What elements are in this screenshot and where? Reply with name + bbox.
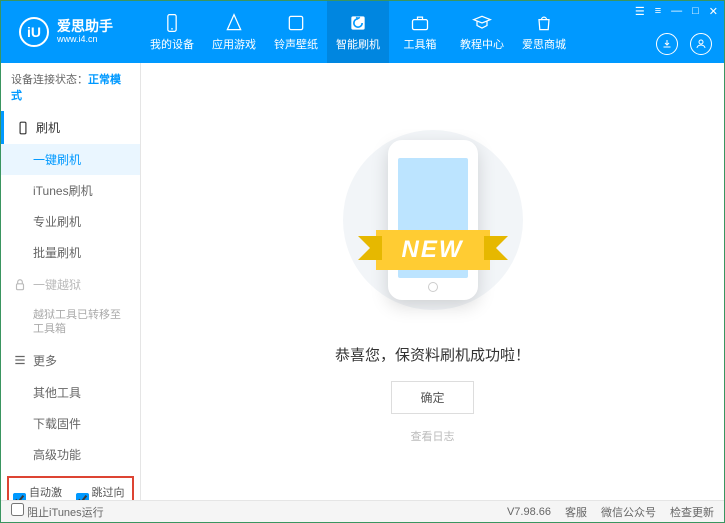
sidebar-item-pro-flash[interactable]: 专业刷机 [1, 206, 140, 237]
nav-toolbox[interactable]: 工具箱 [389, 1, 451, 63]
nav-label: 我的设备 [150, 36, 194, 52]
sidebar-jailbreak-header: 一键越狱 [1, 268, 140, 301]
confirm-button[interactable]: 确定 [391, 381, 473, 414]
checkbox-skip-guide[interactable]: 跳过向导 [76, 484, 129, 500]
checkbox-auto-input[interactable] [13, 493, 26, 500]
sidebar: 设备连接状态：正常模式 刷机 一键刷机 iTunes刷机 专业刷机 批量刷机 一… [1, 63, 141, 500]
nav-tutorial[interactable]: 教程中心 [451, 1, 513, 63]
footer: 阻止iTunes运行 V7.98.66 客服 微信公众号 检查更新 [1, 500, 724, 522]
download-button[interactable] [656, 33, 678, 55]
checkbox-options: 自动激活 跳过向导 [7, 476, 134, 500]
flash-icon [348, 13, 368, 33]
new-ribbon: NEW [376, 230, 490, 270]
nav-label: 铃声壁纸 [274, 36, 318, 52]
sidebar-header-label: 一键越狱 [33, 276, 81, 293]
sidebar-item-advanced[interactable]: 高级功能 [1, 439, 140, 470]
nav-label: 工具箱 [404, 36, 437, 52]
nav-store[interactable]: 爱思商城 [513, 1, 575, 63]
sidebar-item-itunes-flash[interactable]: iTunes刷机 [1, 175, 140, 206]
logo-icon: iU [19, 17, 49, 47]
user-button[interactable] [690, 33, 712, 55]
sidebar-header-label: 更多 [33, 352, 57, 369]
phone-icon [162, 13, 182, 33]
block-itunes-label: 阻止iTunes运行 [27, 507, 104, 519]
wallpaper-icon [286, 13, 306, 33]
nav-label: 智能刷机 [336, 36, 380, 52]
wechat-link[interactable]: 微信公众号 [601, 504, 656, 520]
window-controls: ☰ ≡ — □ ✕ [635, 5, 718, 18]
view-log-link[interactable]: 查看日志 [411, 428, 455, 444]
app-header: iU 爱思助手 www.i4.cn 我的设备 应用游戏 铃声壁纸 智能刷机 工具… [1, 1, 724, 63]
app-name: 爱思助手 [57, 19, 113, 34]
nav-ringtone[interactable]: 铃声壁纸 [265, 1, 327, 63]
main-nav: 我的设备 应用游戏 铃声壁纸 智能刷机 工具箱 教程中心 爱思商城 [141, 1, 575, 63]
footer-left: 阻止iTunes运行 [11, 503, 104, 520]
logo-area: iU 爱思助手 www.i4.cn [1, 17, 141, 47]
list-icon [13, 353, 27, 367]
store-icon [534, 13, 554, 33]
support-link[interactable]: 客服 [565, 504, 587, 520]
nav-label: 教程中心 [460, 36, 504, 52]
sidebar-item-download-firmware[interactable]: 下载固件 [1, 408, 140, 439]
nav-flash[interactable]: 智能刷机 [327, 1, 389, 63]
phone-icon [16, 121, 30, 135]
phone-graphic [388, 140, 478, 300]
sidebar-item-onekey-flash[interactable]: 一键刷机 [1, 144, 140, 175]
sidebar-item-batch-flash[interactable]: 批量刷机 [1, 237, 140, 268]
header-right-buttons [656, 33, 712, 55]
sidebar-item-other-tools[interactable]: 其他工具 [1, 377, 140, 408]
sidebar-flash-header[interactable]: 刷机 [1, 111, 140, 144]
apps-icon [224, 13, 244, 33]
nav-my-device[interactable]: 我的设备 [141, 1, 203, 63]
content-area: 设备连接状态：正常模式 刷机 一键刷机 iTunes刷机 专业刷机 批量刷机 一… [1, 63, 724, 500]
status-label: 设备连接状态： [11, 74, 88, 86]
menu-icon[interactable]: ☰ [635, 5, 645, 18]
block-itunes-checkbox[interactable]: 阻止iTunes运行 [11, 503, 104, 520]
check-update-link[interactable]: 检查更新 [670, 504, 714, 520]
sidebar-more-header[interactable]: 更多 [1, 344, 140, 377]
sidebar-header-label: 刷机 [36, 119, 60, 136]
main-panel: NEW 恭喜您，保资料刷机成功啦！ 确定 查看日志 [141, 63, 724, 500]
download-icon [661, 38, 673, 50]
block-itunes-input[interactable] [11, 503, 24, 516]
app-url: www.i4.cn [57, 35, 113, 45]
maximize-icon[interactable]: □ [692, 5, 699, 18]
user-icon [695, 38, 707, 50]
settings-icon[interactable]: ≡ [655, 5, 661, 18]
nav-apps[interactable]: 应用游戏 [203, 1, 265, 63]
checkbox-auto-activate[interactable]: 自动激活 [13, 484, 66, 500]
close-icon[interactable]: ✕ [709, 5, 718, 18]
lock-icon [13, 278, 27, 292]
checkbox-label: 跳过向导 [92, 484, 129, 500]
version-label: V7.98.66 [507, 506, 551, 518]
nav-label: 爱思商城 [522, 36, 566, 52]
minimize-icon[interactable]: — [671, 5, 682, 18]
tutorial-icon [472, 13, 492, 33]
success-message: 恭喜您，保资料刷机成功啦！ [335, 344, 530, 365]
sidebar-jailbreak-note: 越狱工具已转移至工具箱 [1, 301, 140, 344]
footer-right: V7.98.66 客服 微信公众号 检查更新 [507, 504, 714, 520]
checkbox-label: 自动激活 [29, 484, 66, 500]
nav-label: 应用游戏 [212, 36, 256, 52]
toolbox-icon [410, 13, 430, 33]
connection-status: 设备连接状态：正常模式 [1, 63, 140, 111]
checkbox-skip-input[interactable] [76, 493, 89, 500]
success-illustration: NEW [328, 120, 538, 320]
